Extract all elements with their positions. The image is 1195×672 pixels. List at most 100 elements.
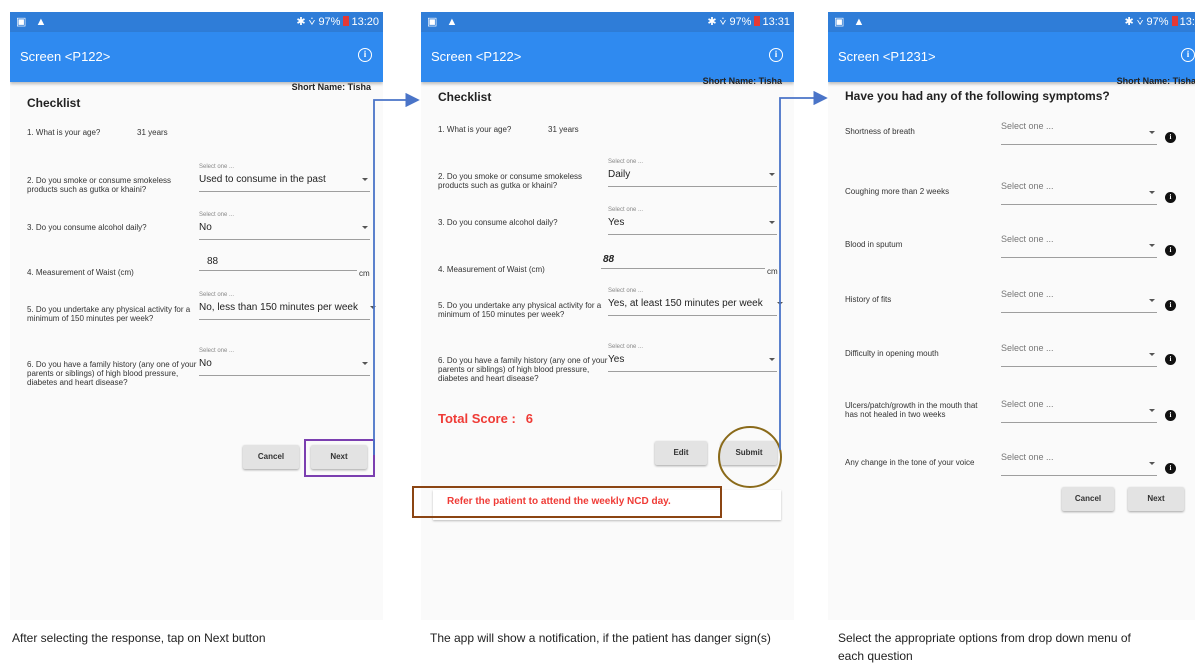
symptom-label: Ulcers/patch/growth in the mouth that ha… [845, 401, 978, 419]
edit-button[interactable]: Edit [655, 441, 707, 465]
symptom-select-placeholder: Select one ... [1001, 181, 1054, 191]
symptom-select[interactable]: Select one ... [1001, 117, 1157, 145]
dropdown-arrow-icon [1149, 244, 1155, 247]
next-button[interactable]: Next [1128, 487, 1184, 511]
signal-icon: ✱ ⩒ [707, 16, 727, 28]
submit-button[interactable]: Submit [721, 441, 777, 465]
battery-level: 97% [729, 16, 752, 28]
notification-icons: ▣ ▲ [834, 16, 868, 28]
symptom-select-placeholder: Select one ... [1001, 121, 1054, 131]
symptom-label: Coughing more than 2 weeks [845, 187, 950, 196]
page-heading: Have you had any of the following sympto… [845, 89, 1110, 103]
dropdown-arrow-icon [1149, 353, 1155, 356]
symptom-info-icon[interactable]: i [1165, 192, 1176, 203]
waist-input-line[interactable] [601, 268, 765, 269]
next-button[interactable]: Next [311, 445, 367, 469]
battery-level: 97% [1146, 16, 1169, 28]
activity-select[interactable]: Select one ... No, less than 150 minutes… [199, 292, 376, 320]
phone-screen-1: ▣ ▲ ✱ ⩒ 97% 13:20 Screen <P122> i Short N… [10, 12, 383, 620]
phone-screen-3: ▣ ▲ ✱ ⩒ 97% 13:3 Screen <P1231> i Short N… [828, 12, 1195, 620]
family-history-select[interactable]: Select one ... No [199, 348, 370, 376]
symptom-select[interactable]: Select one ... [1001, 395, 1157, 423]
family-history-select[interactable]: Select one ... Yes [608, 344, 777, 372]
activity-select[interactable]: Select one ... Yes, at least 150 minutes… [608, 288, 783, 316]
notification-text: Refer the patient to attend the weekly N… [447, 496, 671, 507]
app-bar: Screen <P1231> i [828, 32, 1195, 82]
clock: 13:20 [351, 16, 379, 28]
question-waist: 4. Measurement of Waist (cm) [438, 265, 545, 274]
signal-icon: ✱ ⩒ [296, 16, 316, 28]
symptom-select-placeholder: Select one ... [1001, 399, 1054, 409]
question-waist: 4. Measurement of Waist (cm) [27, 268, 134, 277]
symptom-select[interactable]: Select one ... [1001, 339, 1157, 367]
symptom-select[interactable]: Select one ... [1001, 177, 1157, 205]
info-icon[interactable]: i [1181, 48, 1195, 62]
symptom-select[interactable]: Select one ... [1001, 285, 1157, 313]
symptom-label: Blood in sputum [845, 240, 903, 249]
cancel-button[interactable]: Cancel [1062, 487, 1114, 511]
alcohol-select-value: Yes [608, 217, 625, 228]
danger-notification: Refer the patient to attend the weekly N… [433, 490, 781, 520]
short-name-label: Short Name: Tisha [702, 76, 782, 86]
symptom-select-placeholder: Select one ... [1001, 234, 1054, 244]
dropdown-arrow-icon [1149, 131, 1155, 134]
alcohol-select[interactable]: Select one ... No [199, 212, 370, 240]
question-activity: 5. Do you undertake any physical activit… [27, 305, 191, 323]
symptom-label: History of fits [845, 295, 892, 304]
symptom-info-icon[interactable]: i [1165, 300, 1176, 311]
symptom-info-icon[interactable]: i [1165, 463, 1176, 474]
dropdown-arrow-icon [362, 178, 368, 181]
status-bar: ▣ ▲ ✱ ⩒ 97% 13:20 [10, 12, 383, 32]
phone-screen-2: ▣ ▲ ✱ ⩒ 97% 13:31 Screen <P122> i Short N… [421, 12, 794, 620]
question-age: 1. What is your age? [27, 128, 101, 137]
notification-icons: ▣ ▲ [427, 16, 461, 28]
dropdown-arrow-icon [769, 221, 775, 224]
waist-value[interactable]: 88 [207, 256, 218, 267]
symptom-select-placeholder: Select one ... [1001, 452, 1054, 462]
symptom-info-icon[interactable]: i [1165, 132, 1176, 143]
clock: 13:31 [762, 16, 790, 28]
caption-step-1: After selecting the response, tap on Nex… [12, 631, 266, 645]
smoke-select-value: Used to consume in the past [199, 174, 326, 185]
cancel-button[interactable]: Cancel [243, 445, 299, 469]
dropdown-arrow-icon [1149, 299, 1155, 302]
waist-input-line[interactable] [199, 270, 357, 271]
symptom-info-icon[interactable]: i [1165, 354, 1176, 365]
family-history-select-value: Yes [608, 354, 625, 365]
info-icon[interactable]: i [769, 48, 783, 62]
dropdown-arrow-icon [1149, 409, 1155, 412]
symptom-label: Difficulty in opening mouth [845, 349, 939, 358]
screen-title: Screen <P122> [431, 49, 522, 64]
battery-level: 97% [318, 16, 341, 28]
signal-icon: ✱ ⩒ [1124, 16, 1144, 28]
waist-value[interactable]: 88 [603, 254, 614, 265]
dropdown-arrow-icon [370, 306, 376, 309]
dropdown-arrow-icon [362, 226, 368, 229]
symptom-info-icon[interactable]: i [1165, 410, 1176, 421]
status-bar: ▣ ▲ ✱ ⩒ 97% 13:3 [828, 12, 1195, 32]
short-name-label: Short Name: Tisha [291, 82, 371, 92]
info-icon[interactable]: i [358, 48, 372, 62]
app-bar: Screen <P122> i [10, 32, 383, 82]
total-score-label: Total Score : [438, 411, 516, 426]
symptom-info-icon[interactable]: i [1165, 245, 1176, 256]
smoke-select[interactable]: Select one ... Daily [608, 159, 777, 187]
status-indicators: ✱ ⩒ 97% 13:31 [707, 15, 790, 29]
alcohol-select[interactable]: Select one ... Yes [608, 207, 777, 235]
total-score-value: 6 [525, 411, 534, 426]
family-history-select-value: No [199, 358, 212, 369]
question-alcohol: 3. Do you consume alcohol daily? [438, 218, 558, 227]
dropdown-arrow-icon [769, 358, 775, 361]
dropdown-arrow-icon [1149, 462, 1155, 465]
symptom-select[interactable]: Select one ... [1001, 230, 1157, 258]
dropdown-arrow-icon [362, 362, 368, 365]
battery-icon [754, 16, 761, 26]
symptom-select[interactable]: Select one ... [1001, 448, 1157, 476]
clock: 13:3 [1179, 16, 1195, 28]
smoke-select[interactable]: Select one ... Used to consume in the pa… [199, 164, 370, 192]
activity-select-value: No, less than 150 minutes per week [199, 302, 358, 313]
alcohol-select-value: No [199, 222, 212, 233]
notification-icons: ▣ ▲ [16, 16, 50, 28]
total-score: Total Score : 6 [438, 411, 533, 426]
symptom-label: Shortness of breath [845, 127, 915, 136]
